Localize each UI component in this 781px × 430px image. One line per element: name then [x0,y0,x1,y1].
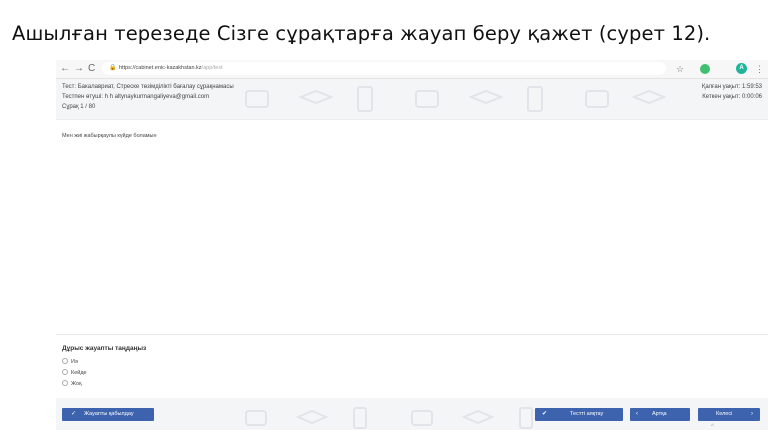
test-footer: ✓ Жауапты қабылдау ✔ Тестті аяқтау ‹ Арт… [56,398,768,430]
next-label: Келесі [716,411,733,417]
radio-button[interactable] [62,357,68,364]
answer-prompt: Дұрыс жауапты таңдаңыз [62,345,147,352]
accept-answer-button[interactable]: ✓ Жауапты қабылдау [62,408,154,421]
browser-menu-icon[interactable]: ⋮ [755,62,764,76]
document-heading: Ашылған терезеде Сізге сұрақтарға жауап … [12,22,711,45]
checkmark-icon: ✔ [542,411,548,417]
section-divider [56,334,768,335]
previous-button[interactable]: ‹ Артқа [630,408,690,421]
radio-button[interactable] [62,368,68,375]
check-icon: ✓ [71,411,77,417]
extension-icon[interactable] [700,64,710,74]
back-arrow-icon[interactable]: ← [60,62,70,76]
time-elapsed: Кеткен уақыт: 0:00:06 [702,94,762,100]
answer-option-sometimes[interactable]: Кейде [62,368,87,377]
question-text: Мен жиі жабырқаулы күйде боламын [62,133,157,139]
question-counter: Сұрақ 1 / 80 [62,104,96,110]
browser-toolbar: ← → C 🔒 https://cabinet.enic-kazakhstan.… [56,60,768,79]
chevron-right-icon: › [751,411,753,417]
background-pattern [245,86,667,112]
finish-test-button[interactable]: ✔ Тестті аяқтау [535,408,623,421]
bookmark-star-icon[interactable]: ☆ [676,63,684,75]
lock-icon: 🔒 [109,65,117,71]
accept-answer-label: Жауапты қабылдау [84,411,134,417]
finish-test-label: Тестті аяқтау [570,411,604,417]
time-left: Қалған уақыт: 1:59:53 [701,84,762,90]
answer-option-no[interactable]: Жоқ [62,379,81,388]
chevron-left-icon: ‹ [636,411,638,417]
tester-email: Тестпен өтуші: h h altynaykurmangaliyeva… [62,94,210,100]
url-path: /app/test [201,65,223,71]
test-info-header: Тест: Бакалавриат, Стреске төзімділікті … [56,79,768,120]
profile-avatar[interactable]: A [736,63,747,74]
radio-button[interactable] [62,379,68,386]
next-button[interactable]: Келесі › [698,408,760,421]
url-host: https://cabinet.enic-kazakhstan.kz [119,65,202,71]
answer-option-yes[interactable]: Иә [62,357,78,366]
scroll-up-caret-icon[interactable]: ^ [711,424,714,430]
address-bar[interactable]: 🔒 https://cabinet.enic-kazakhstan.kz/app… [102,62,666,75]
browser-screenshot: ← → C 🔒 https://cabinet.enic-kazakhstan.… [56,60,768,430]
forward-arrow-icon[interactable]: → [74,62,84,76]
test-name: Тест: Бакалавриат, Стреске төзімділікті … [62,84,234,90]
reload-icon[interactable]: C [88,62,95,76]
previous-label: Артқа [652,411,667,417]
